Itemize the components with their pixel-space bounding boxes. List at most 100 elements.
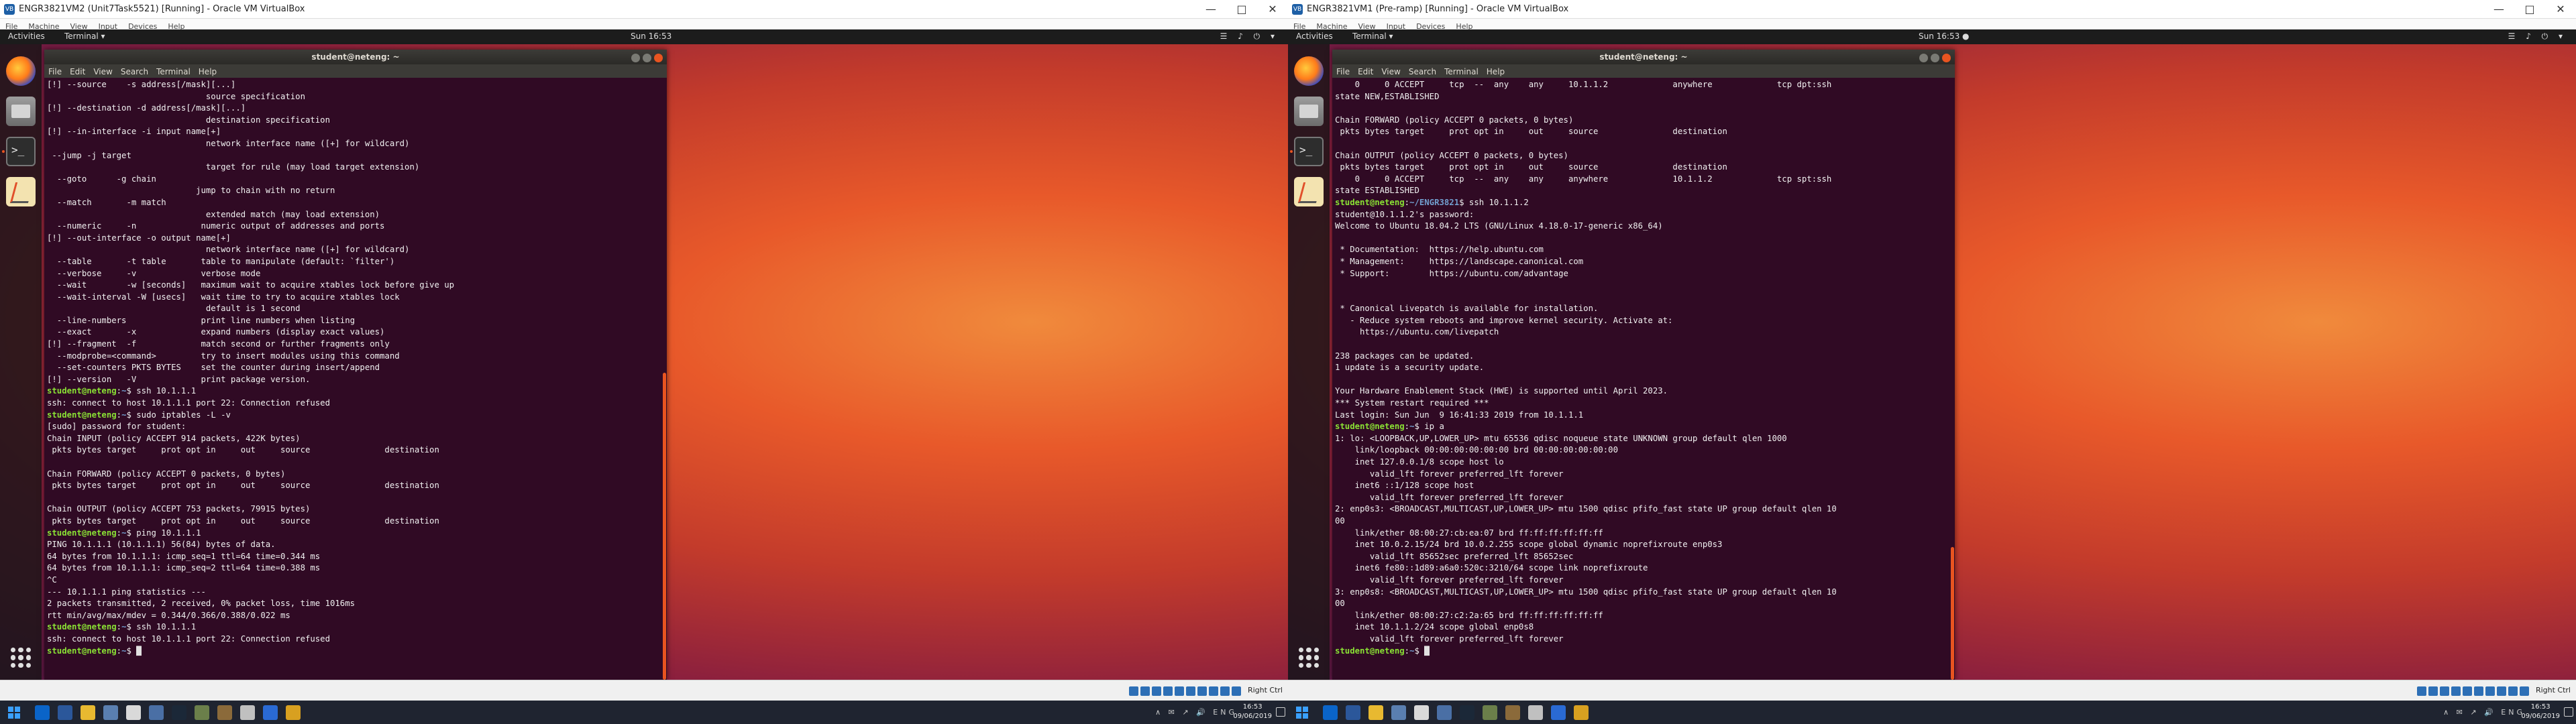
text-editor-icon[interactable] — [6, 177, 36, 206]
terminal-menu-file[interactable]: File — [44, 65, 66, 78]
word-icon[interactable] — [1346, 705, 1360, 720]
terminal-scrollbar[interactable] — [1949, 78, 1955, 680]
system-tray[interactable]: ☰ ♪ ⏻ ▾ — [1220, 32, 1279, 42]
shared-folder-icon[interactable] — [2474, 686, 2483, 696]
audio-icon[interactable] — [2440, 686, 2449, 696]
shared-folder-icon[interactable] — [1186, 686, 1195, 696]
files-icon[interactable] — [6, 97, 36, 126]
text-editor-icon[interactable] — [1294, 177, 1324, 206]
keyboard-icon[interactable] — [1232, 686, 1241, 696]
maximize-button[interactable]: □ — [2514, 0, 2545, 19]
files-icon[interactable] — [1294, 97, 1324, 126]
minimize-button[interactable]: — — [1195, 0, 1226, 19]
app-icon-5[interactable] — [126, 705, 141, 720]
recording-icon[interactable] — [1209, 686, 1218, 696]
app-icon-9[interactable] — [1505, 705, 1520, 720]
app-icon-6[interactable] — [149, 705, 164, 720]
word-icon[interactable] — [58, 705, 72, 720]
terminal-maximize-button[interactable] — [643, 54, 651, 62]
virtualbox-taskbar-icon[interactable] — [1551, 705, 1566, 720]
terminal-scroll-thumb[interactable] — [663, 373, 666, 680]
terminal-menu-help[interactable]: Help — [195, 65, 221, 78]
terminal-output[interactable]: [!] --source -s address[/mask][...] sour… — [44, 78, 661, 680]
gnome-clock[interactable]: Sun 16:53 — [631, 32, 672, 41]
terminal-menu-terminal[interactable]: Terminal — [1440, 65, 1483, 78]
file-explorer-icon[interactable] — [80, 705, 95, 720]
hdd-icon[interactable] — [2417, 686, 2426, 696]
app-menu[interactable]: Terminal ▾ — [64, 32, 105, 41]
notification-icon[interactable] — [1276, 707, 1285, 717]
display-icon[interactable] — [1197, 686, 1207, 696]
terminal-menu-search[interactable]: Search — [117, 65, 152, 78]
terminal-output[interactable]: 0 0 ACCEPT tcp -- any any 10.1.1.2 anywh… — [1332, 78, 1949, 680]
terminal-icon[interactable] — [1294, 137, 1324, 166]
system-tray[interactable]: ☰ ♪ ⏻ ▾ — [2508, 32, 2567, 42]
app-icon-12[interactable] — [1574, 705, 1589, 720]
optical-drive-icon[interactable] — [1140, 686, 1150, 696]
terminal-icon[interactable] — [6, 137, 36, 166]
windows-start-icon[interactable] — [8, 707, 20, 719]
terminal-menu-terminal[interactable]: Terminal — [152, 65, 195, 78]
terminal-scroll-thumb[interactable] — [1951, 547, 1954, 680]
usb-icon[interactable] — [1175, 686, 1184, 696]
activities-button[interactable]: Activities — [1296, 32, 1333, 41]
edge-icon[interactable] — [35, 705, 50, 720]
mail-icon[interactable] — [103, 705, 118, 720]
minimize-button[interactable]: — — [2483, 0, 2514, 19]
app-icon-8[interactable] — [195, 705, 209, 720]
taskbar-tray[interactable]: ∧ ✉ ↗ 🔊 ENG — [2443, 708, 2525, 717]
show-apps-icon[interactable] — [11, 648, 31, 668]
app-icon-10[interactable] — [1528, 705, 1543, 720]
app-icon-5[interactable] — [1414, 705, 1429, 720]
firefox-icon[interactable] — [6, 56, 36, 86]
terminal-menu-view[interactable]: View — [89, 65, 116, 78]
terminal-minimize-button[interactable] — [1919, 54, 1928, 62]
terminal-menu-edit[interactable]: Edit — [1354, 65, 1377, 78]
terminal-menu-edit[interactable]: Edit — [66, 65, 89, 78]
taskbar-clock[interactable]: 16:53 09/06/2019 — [1233, 703, 1272, 721]
usb-icon[interactable] — [2463, 686, 2472, 696]
show-apps-icon[interactable] — [1299, 648, 1319, 668]
terminal-maximize-button[interactable] — [1931, 54, 1939, 62]
display-icon[interactable] — [2485, 686, 2495, 696]
windows-start-icon[interactable] — [1296, 707, 1308, 719]
terminal-scrollbar[interactable] — [661, 78, 667, 680]
mouse-integration-icon[interactable] — [1220, 686, 1230, 696]
mouse-integration-icon[interactable] — [2508, 686, 2518, 696]
terminal-menu-file[interactable]: File — [1332, 65, 1354, 78]
network-icon[interactable] — [2451, 686, 2461, 696]
gnome-clock[interactable]: Sun 16:53 ● — [1919, 32, 1970, 41]
firefox-icon[interactable] — [1294, 56, 1324, 86]
maximize-button[interactable]: □ — [1226, 0, 1257, 19]
taskbar-tray[interactable]: ∧ ✉ ↗ 🔊 ENG — [1155, 708, 1237, 717]
virtualbox-taskbar-icon[interactable] — [263, 705, 278, 720]
app-menu[interactable]: Terminal ▾ — [1352, 32, 1393, 41]
terminal-menu-search[interactable]: Search — [1405, 65, 1440, 78]
terminal-close-button[interactable] — [654, 54, 663, 62]
close-button[interactable]: ✕ — [2545, 0, 2576, 19]
terminal-menu-help[interactable]: Help — [1483, 65, 1509, 78]
taskbar-clock[interactable]: 16:53 09/06/2019 — [2521, 703, 2560, 721]
app-icon-6[interactable] — [1437, 705, 1452, 720]
optical-drive-icon[interactable] — [2428, 686, 2438, 696]
close-button[interactable]: ✕ — [1257, 0, 1288, 19]
steam-icon[interactable] — [172, 705, 186, 720]
notification-icon[interactable] — [2564, 707, 2573, 717]
app-icon-8[interactable] — [1483, 705, 1497, 720]
recording-icon[interactable] — [2497, 686, 2506, 696]
hdd-icon[interactable] — [1129, 686, 1138, 696]
audio-icon[interactable] — [1152, 686, 1161, 696]
terminal-menu-view[interactable]: View — [1377, 65, 1404, 78]
app-icon-12[interactable] — [286, 705, 301, 720]
app-icon-10[interactable] — [240, 705, 255, 720]
keyboard-icon[interactable] — [2520, 686, 2529, 696]
steam-icon[interactable] — [1460, 705, 1474, 720]
terminal-minimize-button[interactable] — [631, 54, 640, 62]
activities-button[interactable]: Activities — [8, 32, 45, 41]
mail-icon[interactable] — [1391, 705, 1406, 720]
terminal-close-button[interactable] — [1942, 54, 1951, 62]
app-icon-9[interactable] — [217, 705, 232, 720]
network-icon[interactable] — [1163, 686, 1173, 696]
file-explorer-icon[interactable] — [1368, 705, 1383, 720]
edge-icon[interactable] — [1323, 705, 1338, 720]
